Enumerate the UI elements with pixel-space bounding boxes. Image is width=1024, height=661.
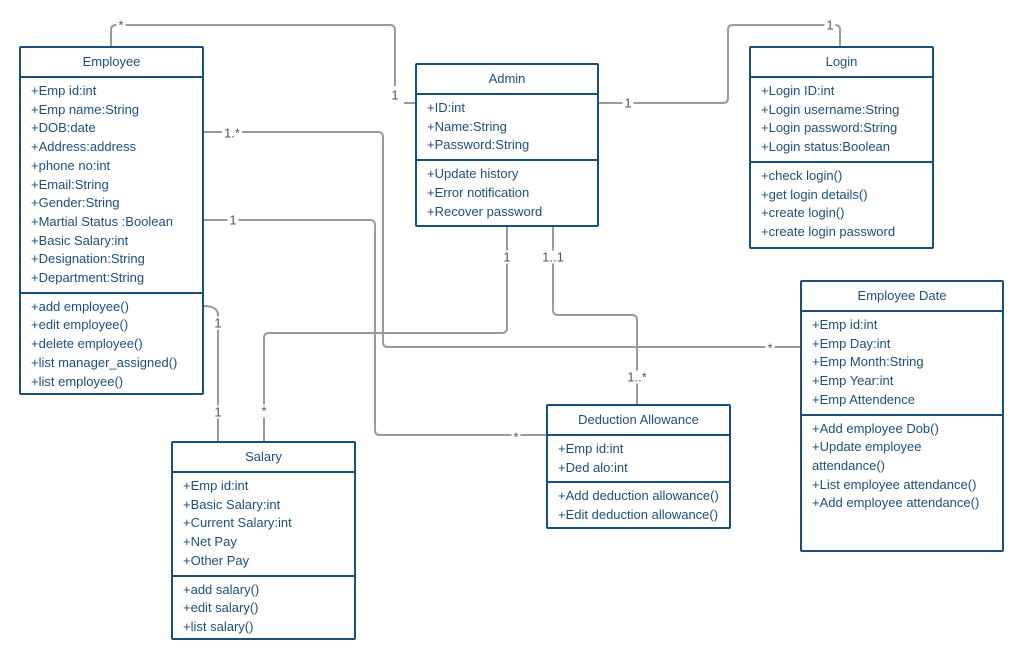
attribute: +ID:int xyxy=(427,100,465,115)
attribute: +Net Pay xyxy=(183,534,237,550)
methods-section: +Update history +Error notification +Recov… xyxy=(417,159,597,225)
method: +delete employee() xyxy=(31,336,143,352)
attribute: +Login status:Boolean xyxy=(761,139,891,155)
method: +Add employee Dob() xyxy=(812,420,939,436)
method: +edit salary() xyxy=(183,600,259,616)
multiplicity-label: 1 xyxy=(227,212,239,228)
methods-section: +Add deduction allowance() +Edit deductio… xyxy=(548,481,729,528)
methods-section: +Add employee Dob() +Update employee atte… xyxy=(802,413,1002,518)
attribute: +Address:address xyxy=(31,139,137,155)
attribute: +Department:String xyxy=(31,270,145,286)
class-name: Admin xyxy=(417,65,597,95)
multiplicity-label: 1 xyxy=(501,249,513,265)
attribute: +Emp id:int xyxy=(183,478,249,493)
attribute: +Name:String xyxy=(427,118,507,134)
attributes-section: +Emp id:int +Emp Day:int +Emp Month:String… xyxy=(802,312,1002,414)
class-name: Login xyxy=(751,48,932,78)
method: +List employee attendance() xyxy=(812,476,977,492)
attribute: +Emp id:int xyxy=(812,317,878,332)
attribute: +Other Pay xyxy=(183,552,250,568)
attribute: +Martial Status :Boolean xyxy=(31,213,173,229)
attribute: +Emp name:String xyxy=(31,101,140,117)
methods-section: +add employee() +edit employee() +delete e… xyxy=(21,291,202,396)
multiplicity-label: 1 xyxy=(622,95,634,111)
attribute: +Emp Attendence xyxy=(812,391,915,407)
attribute: +Basic Salary:int xyxy=(31,232,129,248)
attribute: +Login username:String xyxy=(761,101,900,117)
method: +Error notification xyxy=(427,184,530,200)
assoc-employee-deduction xyxy=(203,219,547,436)
method: +Add deduction allowance() xyxy=(558,488,719,504)
method: +Recover password xyxy=(427,203,543,219)
attribute: +Login ID:int xyxy=(761,83,835,98)
methods-section: +check login() +get login details() +creat… xyxy=(751,160,932,246)
multiplicity-label: * xyxy=(765,340,775,356)
multiplicity-label: 1..* xyxy=(625,369,649,385)
multiplicity-label: 1 xyxy=(824,17,836,33)
attributes-section: +Login ID:int +Login username:String +Logi… xyxy=(751,78,932,161)
method: +create login() xyxy=(761,205,845,221)
method: +add employee() xyxy=(31,298,129,314)
method: +Update employee attendance() xyxy=(812,439,922,473)
class-name: Employee xyxy=(21,48,202,78)
attributes-section: +Emp id:int +Ded alo:int xyxy=(548,436,729,481)
attribute: +Password:String xyxy=(427,137,530,153)
multiplicity-label: 1.* xyxy=(222,125,242,141)
class-salary[interactable]: Salary +Emp id:int +Basic Salary:int +Curre… xyxy=(171,441,356,640)
attribute: +Emp Month:String xyxy=(812,354,924,370)
attribute: +Gender:String xyxy=(31,195,120,211)
class-name: Employee Date xyxy=(802,282,1002,312)
attribute: +phone no:int xyxy=(31,157,111,173)
class-admin[interactable]: Admin +ID:int +Name:String +Password:String… xyxy=(415,63,599,227)
attribute: +Current Salary:int xyxy=(183,515,292,531)
attribute: +DOB:date xyxy=(31,120,96,136)
method: +list manager_assigned() xyxy=(31,354,178,370)
method: +get login details() xyxy=(761,186,868,202)
attribute: +Login password:String xyxy=(761,120,898,136)
method: +Update history xyxy=(427,166,519,182)
multiplicity-label: 1 xyxy=(212,404,224,420)
method: +edit employee() xyxy=(31,317,129,333)
attributes-section: +Emp id:int +Emp name:String +DOB:date +Add… xyxy=(21,78,202,292)
attribute: +Emp id:int xyxy=(558,441,624,456)
multiplicity-label: 1 xyxy=(389,87,401,103)
method: +list salary() xyxy=(183,618,254,634)
attribute: +Basic Salary:int xyxy=(183,496,281,512)
class-name: Salary xyxy=(173,443,354,473)
class-deduction-allowance[interactable]: Deduction Allowance +Emp id:int +Ded alo:i… xyxy=(546,404,731,529)
method: +Add employee attendance() xyxy=(812,495,980,511)
method: +Edit deduction allowance() xyxy=(558,507,719,523)
multiplicity-label: * xyxy=(511,429,521,445)
method: +create login password xyxy=(761,223,896,239)
methods-section: +add salary() +edit salary() +list salary(… xyxy=(173,574,354,641)
attribute: +Emp Day:int xyxy=(812,335,891,351)
method: +check login() xyxy=(761,167,843,183)
class-name: Deduction Allowance xyxy=(548,406,729,436)
multiplicity-label: * xyxy=(259,403,269,419)
multiplicity-label: * xyxy=(116,17,126,33)
class-employee-date[interactable]: Employee Date +Emp id:int +Emp Day:int +Emp… xyxy=(800,280,1004,552)
attribute: +Ded alo:int xyxy=(558,459,628,475)
class-login[interactable]: Login +Login ID:int +Login username:String… xyxy=(749,46,934,249)
multiplicity-label: 1 xyxy=(212,315,224,331)
attribute: +Emp Year:int xyxy=(812,373,894,389)
assoc-admin-salary xyxy=(263,226,508,442)
attributes-section: +Emp id:int +Basic Salary:int +Current Sal… xyxy=(173,473,354,575)
attribute: +Designation:String xyxy=(31,251,145,267)
multiplicity-label: 1..1 xyxy=(540,249,566,265)
attribute: +Emp id:int xyxy=(31,83,97,98)
method: +add salary() xyxy=(183,581,260,597)
class-employee[interactable]: Employee +Emp id:int +Emp name:String +DOB:… xyxy=(19,46,204,395)
method: +list employee() xyxy=(31,373,124,389)
attribute: +Email:String xyxy=(31,176,109,192)
attributes-section: +ID:int +Name:String +Password:String xyxy=(417,95,597,159)
